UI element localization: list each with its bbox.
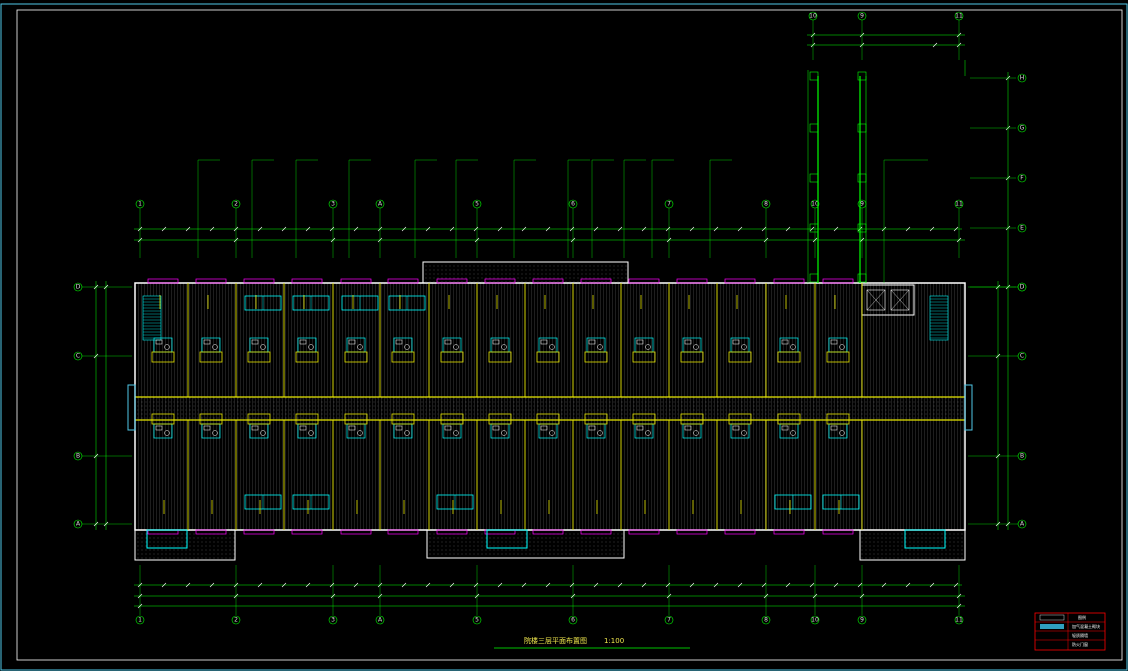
tower-axis-label: 11 bbox=[955, 13, 963, 20]
axis-label-top: 5 bbox=[475, 201, 479, 208]
tower-column bbox=[809, 123, 819, 133]
legend-box: 图例 加气混凝土砌块 轻质隔墙 防火门窗 bbox=[1034, 612, 1106, 651]
tower-axis-label: 9 bbox=[860, 13, 864, 20]
tower-column bbox=[857, 123, 867, 133]
axis-label-bottom: 1 bbox=[138, 617, 142, 624]
legend-item-2: 轻质隔墙 bbox=[1072, 632, 1088, 638]
south-bay-left bbox=[134, 529, 236, 561]
axis-label-bottom: 8 bbox=[764, 617, 768, 624]
legend-swatch-hatch bbox=[1040, 624, 1064, 629]
axis-label-top: 3 bbox=[331, 201, 335, 208]
tower-column bbox=[857, 173, 867, 183]
tower-column bbox=[809, 173, 819, 183]
axis-label-top: 7 bbox=[667, 201, 671, 208]
axis-label-left: D bbox=[76, 284, 81, 291]
axis-label-bottom: 3 bbox=[331, 617, 335, 624]
legend-title: 图例 bbox=[1078, 614, 1086, 620]
tower-row-label: E bbox=[1020, 225, 1024, 232]
legend-swatch-wall bbox=[1039, 614, 1065, 621]
corridor bbox=[135, 397, 965, 420]
tower-row-label: F bbox=[1020, 175, 1024, 182]
axis-label-right: B bbox=[1020, 453, 1024, 460]
axis-label-bottom: 7 bbox=[667, 617, 671, 624]
axis-label-top: 1 bbox=[138, 201, 142, 208]
floor-plan bbox=[127, 261, 973, 561]
tower-annex: 10 9 11 D E F G H bbox=[807, 11, 1027, 292]
axis-label-left: B bbox=[76, 453, 80, 460]
axis-label-bottom: 2 bbox=[234, 617, 238, 624]
window-west bbox=[127, 384, 136, 431]
tower-column bbox=[809, 273, 819, 283]
axis-label-bottom: 5 bbox=[475, 617, 479, 624]
stair-west bbox=[142, 295, 162, 341]
drawing-scale: 1:100 bbox=[604, 637, 624, 645]
axis-label-bottom: 6 bbox=[571, 617, 575, 624]
cad-drawing: 112233AA556677881010991111AABBCCDD 10911… bbox=[0, 3, 1128, 671]
legend-item-1: 加气混凝土砌块 bbox=[1072, 623, 1100, 629]
axis-label-top: 11 bbox=[955, 201, 963, 208]
tower-column bbox=[809, 71, 819, 81]
axis-label-top: 9 bbox=[860, 201, 864, 208]
drawing-title: 院楼三层平面布置图 bbox=[524, 636, 587, 645]
axis-label-top: 6 bbox=[571, 201, 575, 208]
tower-column bbox=[857, 273, 867, 283]
south-bay-right bbox=[859, 529, 966, 561]
tower-axis-label: 10 bbox=[809, 13, 817, 20]
axis-label-top: 8 bbox=[764, 201, 768, 208]
north-bay-center bbox=[422, 261, 629, 284]
tower-row-label: H bbox=[1020, 75, 1025, 82]
axis-label-top: 2 bbox=[234, 201, 238, 208]
window-east bbox=[964, 384, 973, 431]
axis-label-left: C bbox=[76, 353, 80, 360]
axis-label-bottom: 11 bbox=[955, 617, 963, 624]
tower-column bbox=[857, 71, 867, 81]
tower-row-label: G bbox=[1020, 125, 1025, 132]
tower-column bbox=[809, 223, 819, 233]
tower-row-label: D bbox=[1020, 284, 1025, 291]
axis-label-bottom: 9 bbox=[860, 617, 864, 624]
axis-label-bottom: 10 bbox=[811, 617, 819, 624]
legend-item-3: 防火门窗 bbox=[1072, 641, 1088, 647]
stair-east bbox=[929, 295, 949, 341]
axis-label-right: C bbox=[1020, 353, 1024, 360]
